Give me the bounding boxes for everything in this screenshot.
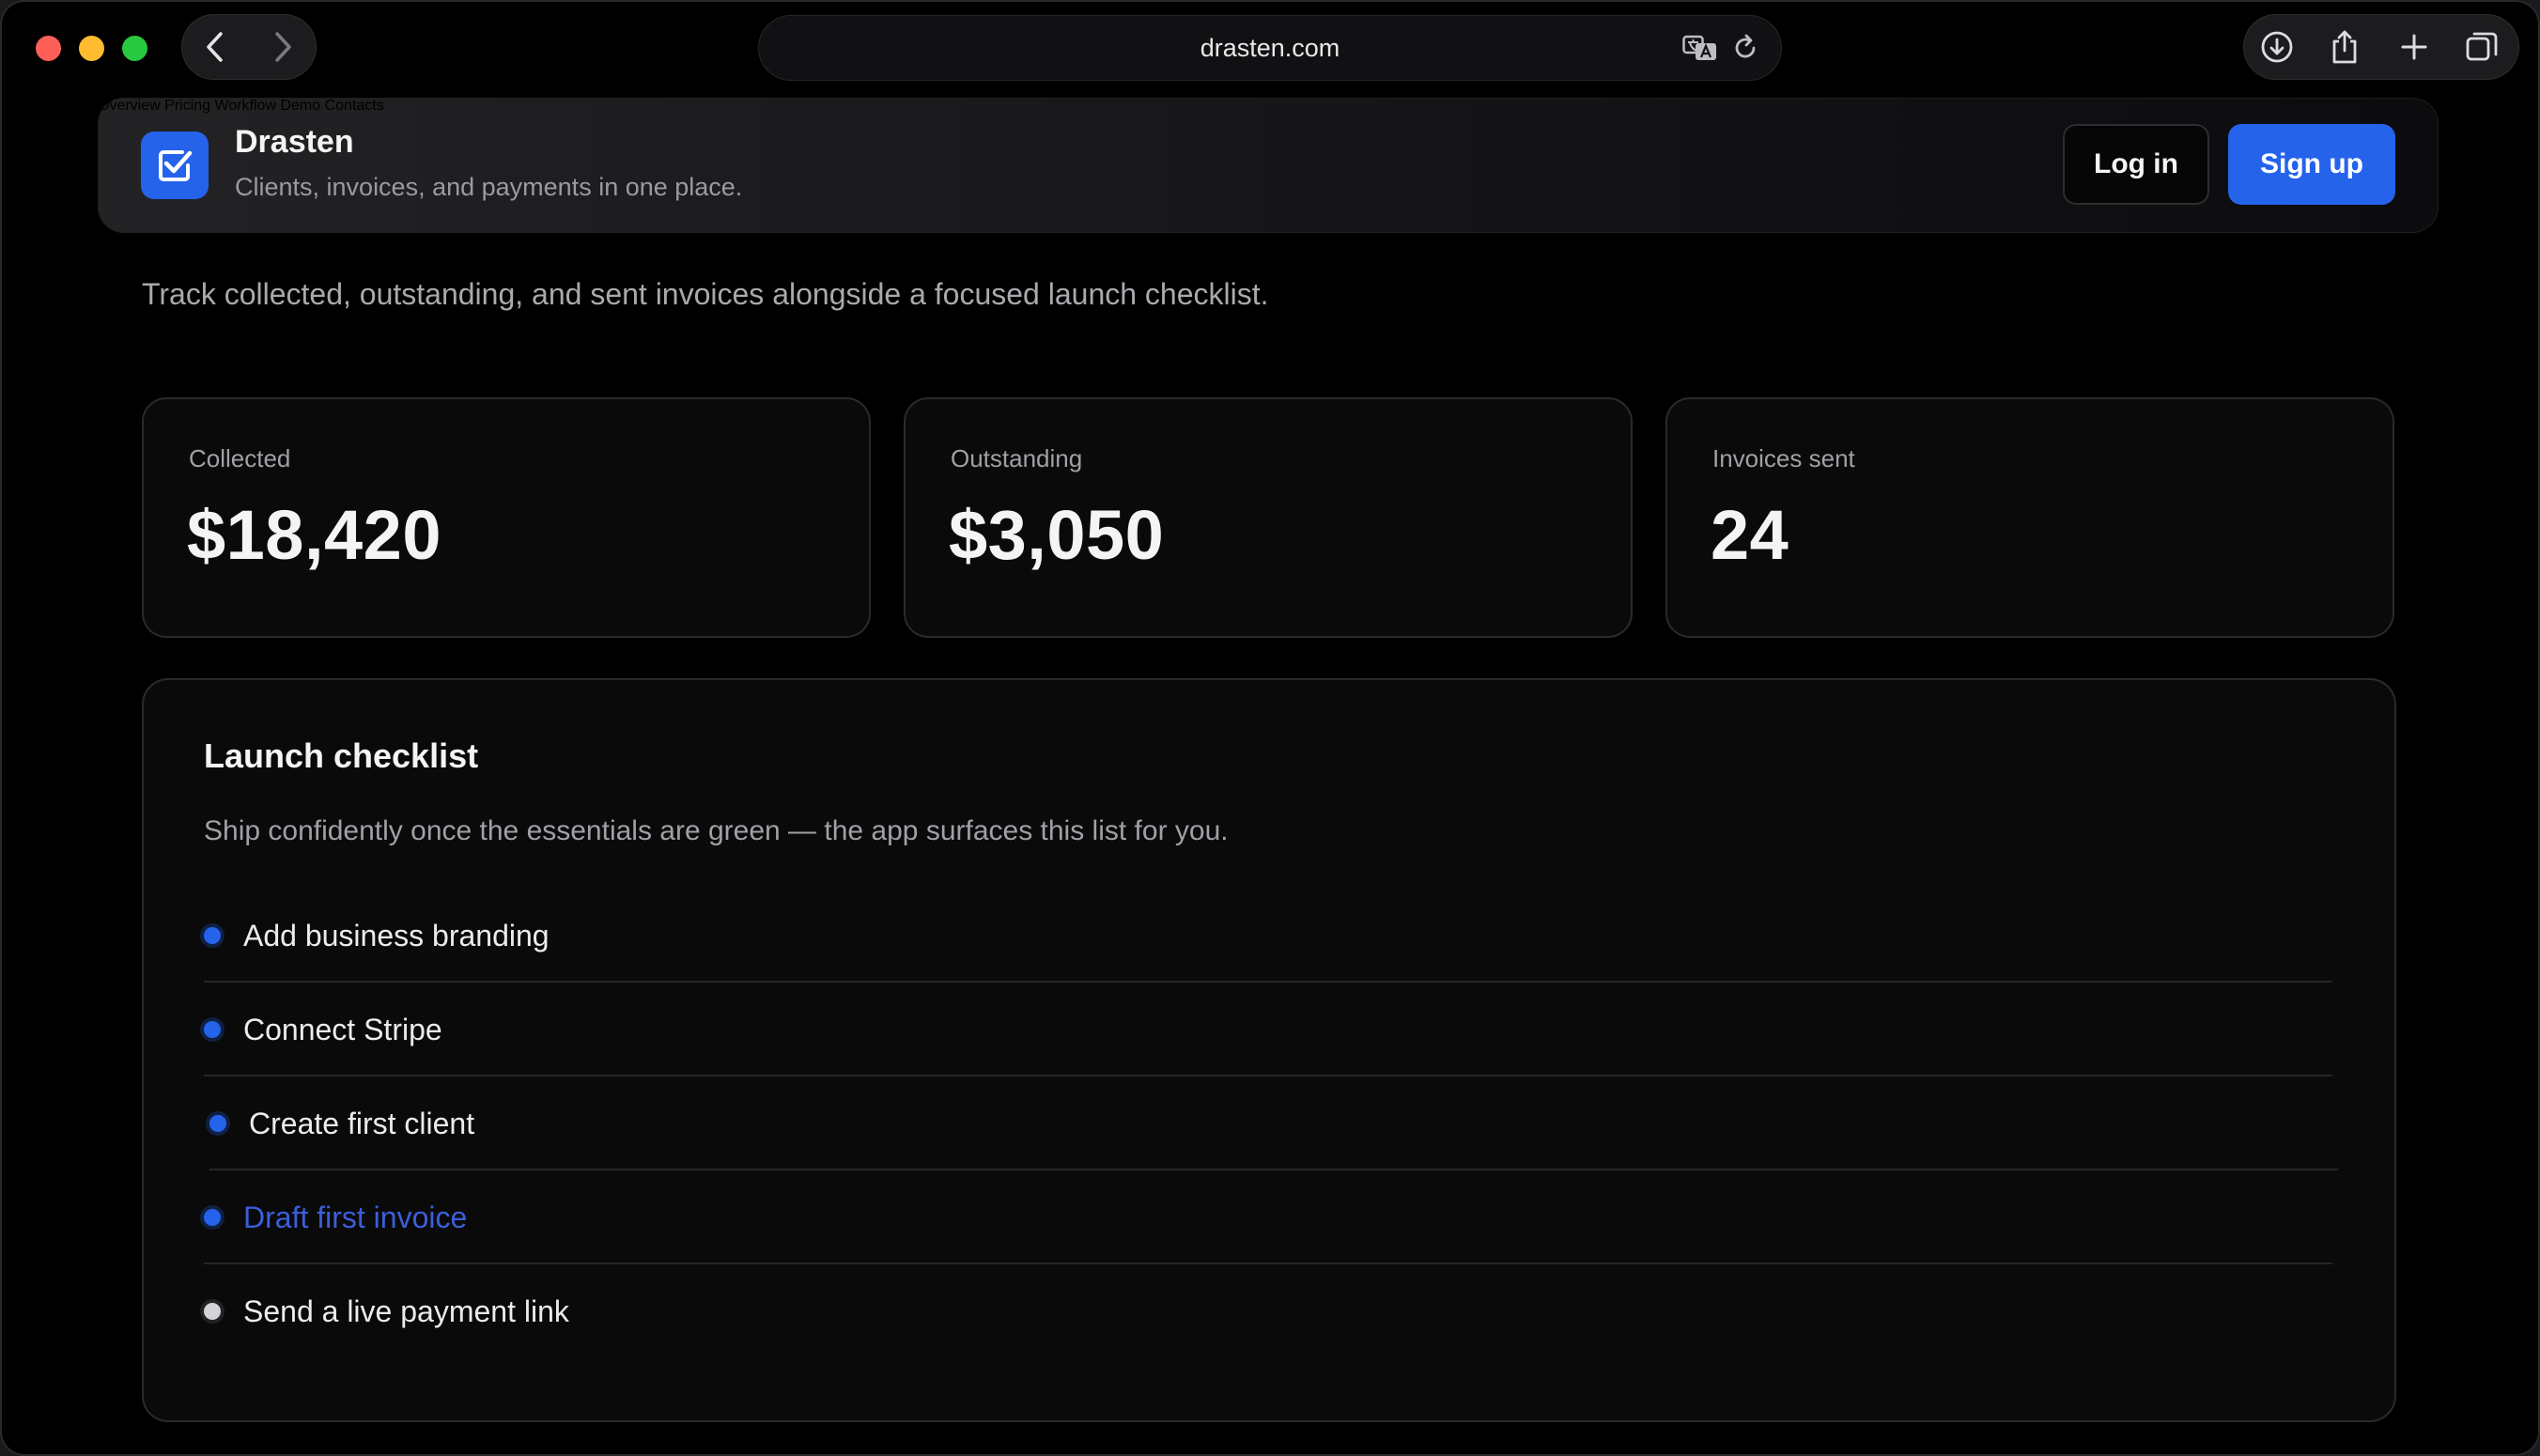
url-text: drasten.com [1200,34,1340,62]
tab-overview-button[interactable] [2448,14,2516,80]
checklist-item[interactable]: Add business branding [204,889,2332,983]
checklist-item[interactable]: Draft first invoice [204,1170,2332,1264]
browser-actions [2243,14,2519,80]
new-tab-button[interactable] [2380,14,2448,80]
nav-link-overview[interactable]: Overview [98,98,161,114]
launch-checklist: Launch checklist Ship confidently once t… [142,678,2396,1422]
status-dot-icon [204,1303,221,1320]
browser-toolbar: drasten.com [0,0,2540,94]
share-icon [2332,30,2357,64]
status-dot-icon [204,1209,221,1226]
checklist-item[interactable]: Create first client [209,1077,2338,1170]
nav-link-contacts[interactable]: Contacts [325,98,384,114]
translate-icon[interactable] [1682,34,1718,62]
login-button[interactable]: Log in [2063,124,2209,205]
brand-tagline: Clients, invoices, and payments in one p… [235,173,743,201]
checklist-item[interactable]: Connect Stripe [204,983,2332,1077]
stat-value: $3,050 [949,496,1165,574]
share-button[interactable] [2311,14,2378,80]
close-window-button[interactable] [36,36,61,61]
nav-link-demo[interactable]: Demo [280,98,320,114]
signup-button[interactable]: Sign up [2228,124,2395,205]
brand-name[interactable]: Drasten [235,124,354,161]
checkbox-logo-icon [159,150,193,181]
minimize-window-button[interactable] [79,36,104,61]
stat-card-invoices-sent: Invoices sent 24 [1665,397,2394,638]
back-button[interactable] [181,14,249,80]
brand-logo[interactable] [141,132,209,199]
chevron-left-icon [207,32,223,62]
checklist-subtitle: Ship confidently once the essentials are… [204,815,1229,846]
status-dot-icon [204,927,221,944]
stat-label: Invoices sent [1712,444,1855,472]
checklist-item[interactable]: Send a live payment link [204,1264,2332,1358]
nav-link-workflow[interactable]: Workflow [215,98,277,114]
reload-icon[interactable] [1731,34,1759,62]
site-header: Drasten Clients, invoices, and payments … [98,98,2439,233]
nav-link-pricing[interactable]: Pricing [164,98,210,114]
zoom-window-button[interactable] [122,36,147,61]
stat-label: Collected [189,444,291,472]
stat-card-outstanding: Outstanding $3,050 [904,397,1633,638]
checklist-item-link[interactable]: Draft first invoice [243,1200,467,1235]
checklist-item-label: Add business branding [243,919,550,953]
browser-window: drasten.com Drasten Clients, invoices, a… [0,0,2540,1456]
checklist-item-label: Create first client [249,1107,475,1140]
stat-label: Outstanding [951,444,1083,472]
stat-card-collected: Collected $18,420 [142,397,871,638]
stat-value: $18,420 [187,496,441,574]
page-intro: Track collected, outstanding, and sent i… [142,277,1269,311]
downloads-button[interactable] [2243,14,2311,80]
status-dot-icon [209,1115,226,1132]
plus-icon [2401,34,2427,60]
status-dot-icon [204,1021,221,1038]
address-bar[interactable]: drasten.com [758,15,1782,81]
tabs-icon [2466,32,2498,61]
download-icon [2261,31,2293,63]
stat-value: 24 [1711,496,1789,574]
checklist-title: Launch checklist [204,736,479,775]
checklist-item-label: Connect Stripe [243,1013,442,1046]
checklist-item-label: Send a live payment link [243,1294,569,1328]
chevron-right-icon [275,32,291,62]
forward-button[interactable] [249,14,317,80]
history-navigation [181,14,317,80]
